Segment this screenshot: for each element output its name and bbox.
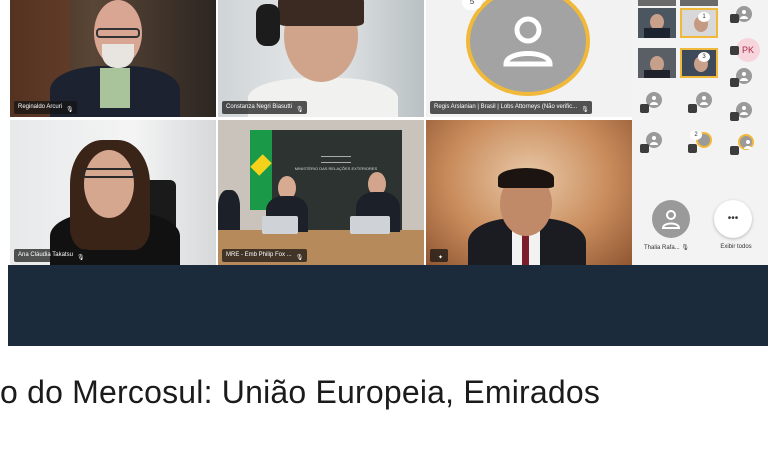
mic-icon: 🎙 bbox=[581, 107, 589, 113]
count-badge: 2 bbox=[690, 130, 702, 140]
video-tile-constanza[interactable]: Constanza Negri Biasutti 🎙 bbox=[218, 0, 424, 117]
mic-icon: 🎙 bbox=[296, 107, 304, 113]
participant-thumb[interactable] bbox=[638, 0, 676, 6]
avatar-icon[interactable]: 2 bbox=[690, 130, 712, 148]
more-label: Exibir todos bbox=[720, 244, 752, 250]
video-tile-ana-claudia[interactable]: Ana Cláudia Takatsu 🎙 bbox=[10, 120, 216, 265]
participant-thumb[interactable] bbox=[680, 0, 718, 6]
participant-name: Thalia Rafa... 🎙 bbox=[644, 245, 689, 251]
room-sign: MINISTÉRIO DAS RELAÇÕES EXTERIORES bbox=[288, 156, 384, 176]
nametag: Constanza Negri Biasutti 🎙 bbox=[222, 101, 308, 114]
nametag: Reginaldo Arcuri 🎙 bbox=[14, 101, 78, 114]
video-tile-regis[interactable]: 5 Regis Arslanian | Brasil | Lobs Attorn… bbox=[426, 0, 632, 117]
dark-banner bbox=[8, 265, 768, 346]
participant-thumb[interactable] bbox=[638, 8, 676, 38]
mic-icon: 🎙 bbox=[76, 255, 85, 261]
avatar-icon[interactable] bbox=[738, 134, 754, 150]
video-tile-mre[interactable]: MINISTÉRIO DAS RELAÇÕES EXTERIORES MRE -… bbox=[218, 120, 424, 265]
avatar[interactable] bbox=[652, 200, 690, 238]
count-badge: 1 bbox=[698, 12, 710, 22]
person-icon bbox=[661, 210, 681, 229]
participant-name: Ana Cláudia Takatsu bbox=[18, 252, 73, 258]
participant-name: Constanza Negri Biasutti bbox=[226, 104, 293, 110]
initials-avatar[interactable]: PK bbox=[736, 38, 760, 62]
flag bbox=[250, 130, 272, 210]
ellipsis-icon: ••• bbox=[727, 213, 739, 224]
headline: o do Mercosul: União Europeia, Emirados bbox=[0, 374, 601, 410]
nametag: Ana Cláudia Takatsu 🎙 bbox=[14, 249, 88, 262]
nametag: Regis Arslanian | Brasil | Lobs Attorney… bbox=[430, 101, 593, 114]
more-button[interactable]: ••• bbox=[714, 200, 752, 238]
participants-sidebar: 1 PK 3 2 Thalia Rafa... 🎙 ••• Exibir tod… bbox=[632, 0, 768, 265]
participant-name: MRE - Emb Philip Fox ... bbox=[226, 252, 292, 258]
nametag: MRE - Emb Philip Fox ... 🎙 bbox=[222, 249, 307, 262]
mic-icon: 🎙 bbox=[681, 245, 689, 251]
participant-thumb[interactable] bbox=[638, 48, 676, 78]
pin-icon: ✦ bbox=[438, 255, 444, 261]
participant-thumb[interactable]: 3 bbox=[680, 48, 718, 78]
participant-thumb[interactable]: 1 bbox=[680, 8, 718, 38]
mic-icon: 🎙 bbox=[295, 255, 304, 261]
avatar bbox=[466, 0, 590, 96]
screenshot: Reginaldo Arcuri 🎙 Constanza Negri Biasu… bbox=[0, 0, 768, 455]
mic-icon: 🎙 bbox=[66, 107, 74, 113]
participant-name: Reginaldo Arcuri bbox=[18, 104, 63, 110]
video-tile-reginaldo[interactable]: Reginaldo Arcuri 🎙 bbox=[10, 0, 216, 117]
person-icon bbox=[503, 16, 553, 67]
nametag: ✦ bbox=[430, 249, 448, 262]
avatar-icon[interactable] bbox=[696, 92, 712, 108]
participant-name: Regis Arslanian | Brasil | Lobs Attorney… bbox=[434, 104, 578, 110]
count-badge: 3 bbox=[698, 52, 710, 62]
video-tile-participant[interactable]: ✦ bbox=[426, 120, 632, 265]
